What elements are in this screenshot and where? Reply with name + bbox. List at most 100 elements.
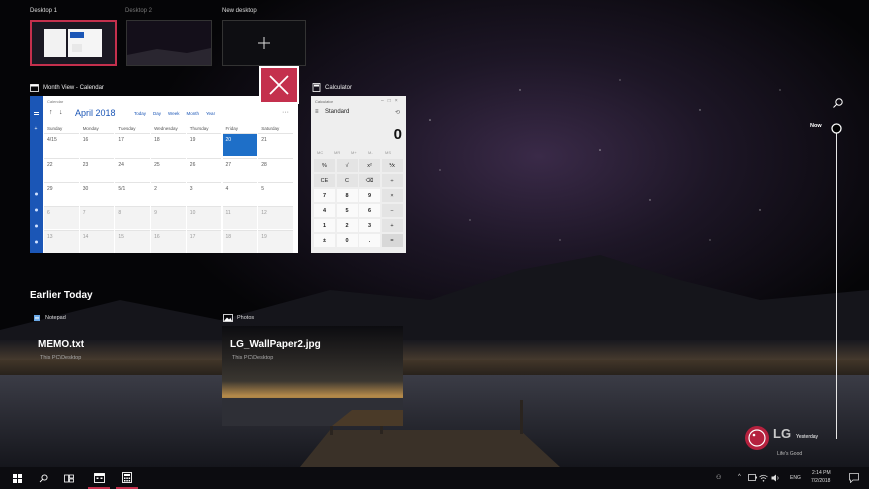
show-hidden-icons-chevron-icon[interactable]: ^	[738, 474, 741, 480]
calculator-key[interactable]: x²	[359, 159, 380, 172]
calendar-day-cell[interactable]: 16	[151, 230, 186, 253]
calendar-day-cell[interactable]: 4	[222, 182, 258, 205]
desktop-1-thumbnail[interactable]	[30, 20, 117, 66]
calendar-day-cell[interactable]: 28	[258, 158, 293, 181]
calculator-key[interactable]: 7	[314, 189, 335, 202]
calculator-key[interactable]: 1	[314, 219, 335, 232]
calendar-day-cell[interactable]: 17	[115, 133, 151, 156]
task-view-button[interactable]	[62, 467, 76, 489]
calendar-view-week-button[interactable]: Week	[168, 111, 179, 116]
calculator-key[interactable]: CE	[314, 174, 335, 187]
calculator-key[interactable]: 5	[336, 204, 358, 217]
memory-button[interactable]: MS	[385, 150, 391, 155]
calculator-window[interactable]: Calculator –□× ≡ Standard ⟲ 0 MC MR M+ M- MS…	[311, 96, 406, 253]
hamburger-menu-icon[interactable]: ≡	[315, 109, 319, 115]
more-options-icon[interactable]: ···	[282, 109, 289, 116]
calendar-day-cell[interactable]: 21	[258, 133, 293, 156]
calculator-key[interactable]: 9	[359, 189, 380, 202]
memory-button[interactable]: MR	[334, 150, 340, 155]
desktop-2-thumbnail[interactable]	[126, 20, 212, 66]
calculator-key[interactable]: −	[381, 204, 403, 217]
calendar-day-cell[interactable]: 25	[151, 158, 186, 181]
calculator-key[interactable]: ±	[314, 234, 335, 247]
taskbar-search-button[interactable]	[36, 467, 50, 489]
clock-date[interactable]: 7/2/2018	[811, 478, 830, 484]
calendar-view-year-button[interactable]: Year	[206, 111, 215, 116]
clock-time[interactable]: 2:14 PM	[812, 470, 831, 476]
calculator-key[interactable]: ⅟x	[381, 159, 403, 172]
action-center-icon[interactable]	[849, 473, 859, 483]
calendar-day-cell[interactable]: 5	[258, 182, 293, 205]
calendar-view-day-button[interactable]: Day	[153, 111, 161, 116]
calculator-key[interactable]: 0	[336, 234, 358, 247]
calendar-day-cell[interactable]: 8	[115, 206, 151, 229]
calendar-day-cell[interactable]: 10	[186, 206, 222, 229]
calculator-key[interactable]: 6	[359, 204, 380, 217]
calculator-window-title[interactable]: Calculator	[312, 83, 352, 92]
calendar-day-cell[interactable]: 19	[258, 230, 293, 253]
calendar-day-cell[interactable]: 3	[186, 182, 222, 205]
new-desktop-button[interactable]	[222, 20, 306, 66]
calendar-window[interactable]: + Calendar ↑ ↓ April 2018 Today Day Week Mo…	[30, 96, 298, 253]
taskbar-calendar-button[interactable]	[88, 467, 110, 489]
start-button[interactable]	[10, 467, 24, 489]
calculator-key[interactable]: =	[381, 234, 403, 247]
calendar-view-month-button[interactable]: Month	[186, 111, 199, 116]
calendar-day-cell[interactable]: 14	[79, 230, 115, 253]
calculator-key[interactable]: 4	[314, 204, 335, 217]
taskbar-calculator-button[interactable]	[116, 467, 138, 489]
prev-arrow-icon[interactable]: ↑	[49, 109, 53, 116]
next-arrow-icon[interactable]: ↓	[59, 109, 63, 116]
people-icon[interactable]: ⚇	[716, 474, 721, 481]
calendar-day-cell[interactable]: 26	[186, 158, 222, 181]
calculator-key[interactable]: 2	[336, 219, 358, 232]
battery-icon[interactable]	[748, 474, 757, 481]
search-icon[interactable]	[832, 97, 844, 109]
calendar-day-cell[interactable]: 2	[151, 182, 186, 205]
calendar-window-title[interactable]: Month View - Calendar	[30, 83, 104, 92]
calendar-day-cell[interactable]: 11	[222, 206, 258, 229]
calculator-key[interactable]: ÷	[381, 174, 403, 187]
calendar-day-cell[interactable]: 27	[222, 158, 258, 181]
history-icon[interactable]: ⟲	[395, 109, 400, 116]
calendar-day-cell[interactable]: 5/1	[115, 182, 151, 205]
calendar-day-cell[interactable]: 20	[222, 133, 258, 156]
calendar-day-cell[interactable]: 13	[44, 230, 79, 253]
calendar-day-cell[interactable]: 12	[258, 206, 293, 229]
calendar-day-cell[interactable]: 30	[79, 182, 115, 205]
volume-icon[interactable]	[771, 474, 780, 482]
timeline-scroll-thumb[interactable]	[830, 122, 843, 135]
calendar-day-cell[interactable]: 19	[186, 133, 222, 156]
calendar-day-cell[interactable]: 18	[151, 133, 186, 156]
calculator-key[interactable]: 3	[359, 219, 380, 232]
input-language-indicator[interactable]: ENG	[790, 475, 801, 481]
memory-button[interactable]: M+	[351, 150, 357, 155]
calendar-day-cell[interactable]: 23	[79, 158, 115, 181]
close-window-button[interactable]	[259, 66, 299, 104]
calendar-day-cell[interactable]: 22	[44, 158, 79, 181]
calendar-day-cell[interactable]: 24	[115, 158, 151, 181]
calculator-key[interactable]: ⌫	[359, 174, 380, 187]
calendar-day-cell[interactable]: 18	[222, 230, 258, 253]
calendar-view-today-button[interactable]: Today	[134, 111, 146, 116]
calculator-key[interactable]: ×	[381, 189, 403, 202]
network-icon[interactable]	[759, 474, 768, 482]
calculator-key[interactable]: 8	[336, 189, 358, 202]
calendar-day-cell[interactable]: 15	[115, 230, 151, 253]
memory-button[interactable]: M-	[368, 150, 373, 155]
calendar-day-cell[interactable]: 29	[44, 182, 79, 205]
calendar-day-cell[interactable]: 16	[79, 133, 115, 156]
memory-button[interactable]: MC	[317, 150, 323, 155]
calendar-day-cell[interactable]: 7	[79, 206, 115, 229]
calculator-key[interactable]: %	[314, 159, 335, 172]
timeline-scrollbar-track[interactable]	[836, 127, 837, 439]
calendar-day-cell[interactable]: 4/15	[44, 133, 79, 156]
calculator-key[interactable]: .	[359, 234, 380, 247]
calculator-key[interactable]: √	[336, 159, 358, 172]
calendar-day-cell[interactable]: 6	[44, 206, 79, 229]
calculator-key[interactable]: C	[336, 174, 358, 187]
calendar-day-cell[interactable]: 9	[151, 206, 186, 229]
calculator-key[interactable]: +	[381, 219, 403, 232]
memo-activity-title[interactable]: MEMO.txt	[38, 339, 84, 350]
calendar-day-cell[interactable]: 17	[186, 230, 222, 253]
